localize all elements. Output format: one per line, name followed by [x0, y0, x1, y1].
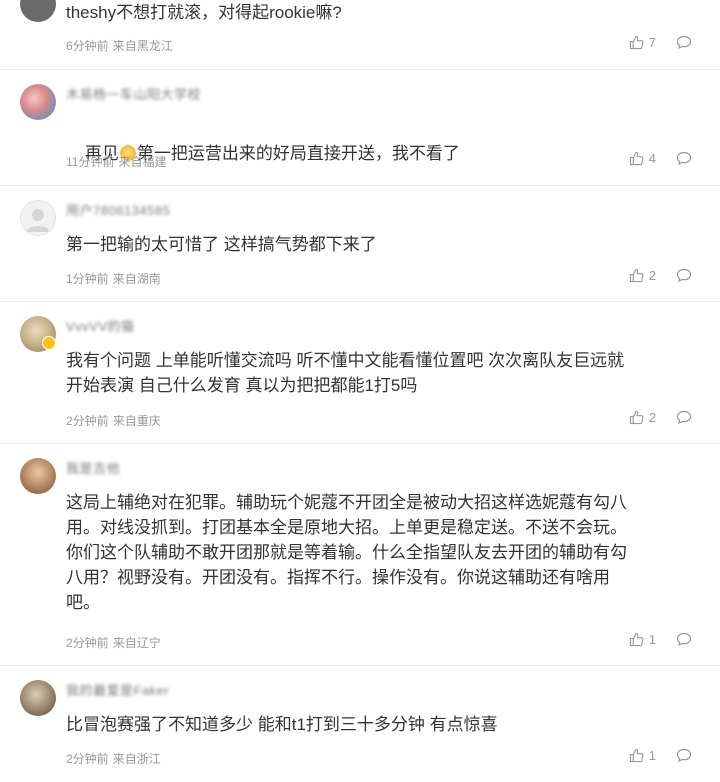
like-button[interactable]: 2	[629, 410, 656, 425]
comment-item: VvvVV的猫 我有个问题 上单能听懂交流吗 听不懂中文能看懂位置吧 次次离队友…	[0, 302, 720, 444]
comment-text: 这局上辅绝对在犯罪。辅助玩个妮蔻不开团全是被动大招这样选妮蔻有勾八 用。对线没抓…	[66, 493, 627, 612]
comment-text: 我有个问题 上单能听懂交流吗 听不懂中文能看懂位置吧 次次离队友巨远就 开始表演…	[66, 351, 625, 395]
thumbs-up-icon	[629, 410, 644, 425]
like-button[interactable]: 2	[629, 268, 656, 283]
like-button[interactable]: 7	[629, 35, 656, 50]
comment-location: 来自辽宁	[112, 636, 161, 650]
comment-location: 来自重庆	[112, 414, 161, 428]
username[interactable]: 木易杨一车山阳大学校	[66, 84, 201, 103]
comment-location: 来自黑龙江	[112, 39, 173, 53]
comment-location: 来自湖南	[112, 272, 161, 286]
comment-text-part: 第一把运营出来的好局直接开送，我不看了	[136, 144, 460, 163]
comment-time: 6分钟前	[66, 39, 109, 53]
thumbs-up-icon	[629, 748, 644, 763]
comment-actions: 1	[629, 632, 692, 647]
username[interactable]: 用户7806134585	[66, 200, 170, 219]
comment-actions: 2	[629, 410, 692, 425]
reply-button[interactable]	[676, 35, 692, 50]
comment-icon	[676, 151, 692, 166]
comment-item: 木易杨一车山阳大学校 再见 第一把运营出来的好局直接开送，我不看了 11分钟前 来自…	[0, 70, 720, 186]
comment-actions: 1	[629, 748, 692, 763]
like-count: 2	[648, 268, 656, 283]
like-count: 1	[648, 632, 656, 647]
comment-meta: 2分钟前 来自重庆	[66, 412, 161, 429]
avatar[interactable]	[20, 458, 56, 494]
comment-item: theshy不想打就滚，对得起rookie嘛? 6分钟前 来自黑龙江 7	[0, 0, 720, 70]
comment-icon	[676, 748, 692, 763]
comment-time: 11分钟前	[66, 155, 115, 169]
like-count: 2	[648, 410, 656, 425]
comment-text: 第一把输的太可惜了 这样搞气势都下来了	[66, 235, 377, 254]
like-button[interactable]: 1	[629, 748, 656, 763]
reply-button[interactable]	[676, 151, 692, 166]
comment-actions: 2	[629, 268, 692, 283]
username[interactable]: 我的最爱是Faker	[66, 680, 169, 699]
avatar[interactable]	[20, 200, 56, 236]
comment-icon	[676, 268, 692, 283]
comment-time: 2分钟前	[66, 414, 109, 428]
avatar[interactable]	[20, 680, 56, 716]
like-button[interactable]: 4	[629, 151, 656, 166]
comment-item: 我的最爱是Faker 比冒泡赛强了不知道多少 能和t1打到三十多分钟 有点惊喜 …	[0, 666, 720, 782]
like-count: 7	[648, 35, 656, 50]
comment-actions: 7	[629, 35, 692, 50]
username[interactable]: 我是吉他	[66, 458, 120, 477]
reply-button[interactable]	[676, 748, 692, 763]
username[interactable]: VvvVV的猫	[66, 316, 135, 335]
avatar[interactable]	[20, 0, 56, 22]
thumbs-up-icon	[629, 632, 644, 647]
comment-icon	[676, 35, 692, 50]
like-count: 4	[648, 151, 656, 166]
reply-button[interactable]	[676, 410, 692, 425]
comment-item: 我是吉他 这局上辅绝对在犯罪。辅助玩个妮蔻不开团全是被动大招这样选妮蔻有勾八 用…	[0, 444, 720, 666]
thumbs-up-icon	[629, 35, 644, 50]
thumbs-up-icon	[629, 151, 644, 166]
comment-location: 来自浙江	[112, 752, 161, 766]
default-avatar-icon	[26, 209, 50, 232]
like-count: 1	[648, 748, 656, 763]
comment-actions: 4	[629, 151, 692, 166]
comment-meta: 6分钟前 来自黑龙江	[66, 37, 173, 54]
comment-location: 来自福建	[118, 155, 167, 169]
reply-button[interactable]	[676, 632, 692, 647]
thumbs-up-icon	[629, 268, 644, 283]
verified-badge-icon	[42, 336, 56, 350]
comment-time: 2分钟前	[66, 752, 109, 766]
avatar[interactable]	[20, 84, 56, 120]
comment-item: 用户7806134585 第一把输的太可惜了 这样搞气势都下来了 1分钟前 来自湖…	[0, 186, 720, 302]
comment-icon	[676, 410, 692, 425]
comment-text: theshy不想打就滚，对得起rookie嘛?	[66, 3, 342, 22]
comment-meta: 2分钟前 来自浙江	[66, 750, 161, 767]
comment-meta: 2分钟前 来自辽宁	[66, 634, 161, 651]
comment-time: 1分钟前	[66, 272, 109, 286]
comment-text: 比冒泡赛强了不知道多少 能和t1打到三十多分钟 有点惊喜	[66, 715, 498, 734]
comment-meta: 1分钟前 来自湖南	[66, 270, 161, 287]
reply-button[interactable]	[676, 268, 692, 283]
comment-icon	[676, 632, 692, 647]
like-button[interactable]: 1	[629, 632, 656, 647]
comment-meta: 11分钟前 来自福建	[66, 153, 166, 170]
comment-time: 2分钟前	[66, 636, 109, 650]
